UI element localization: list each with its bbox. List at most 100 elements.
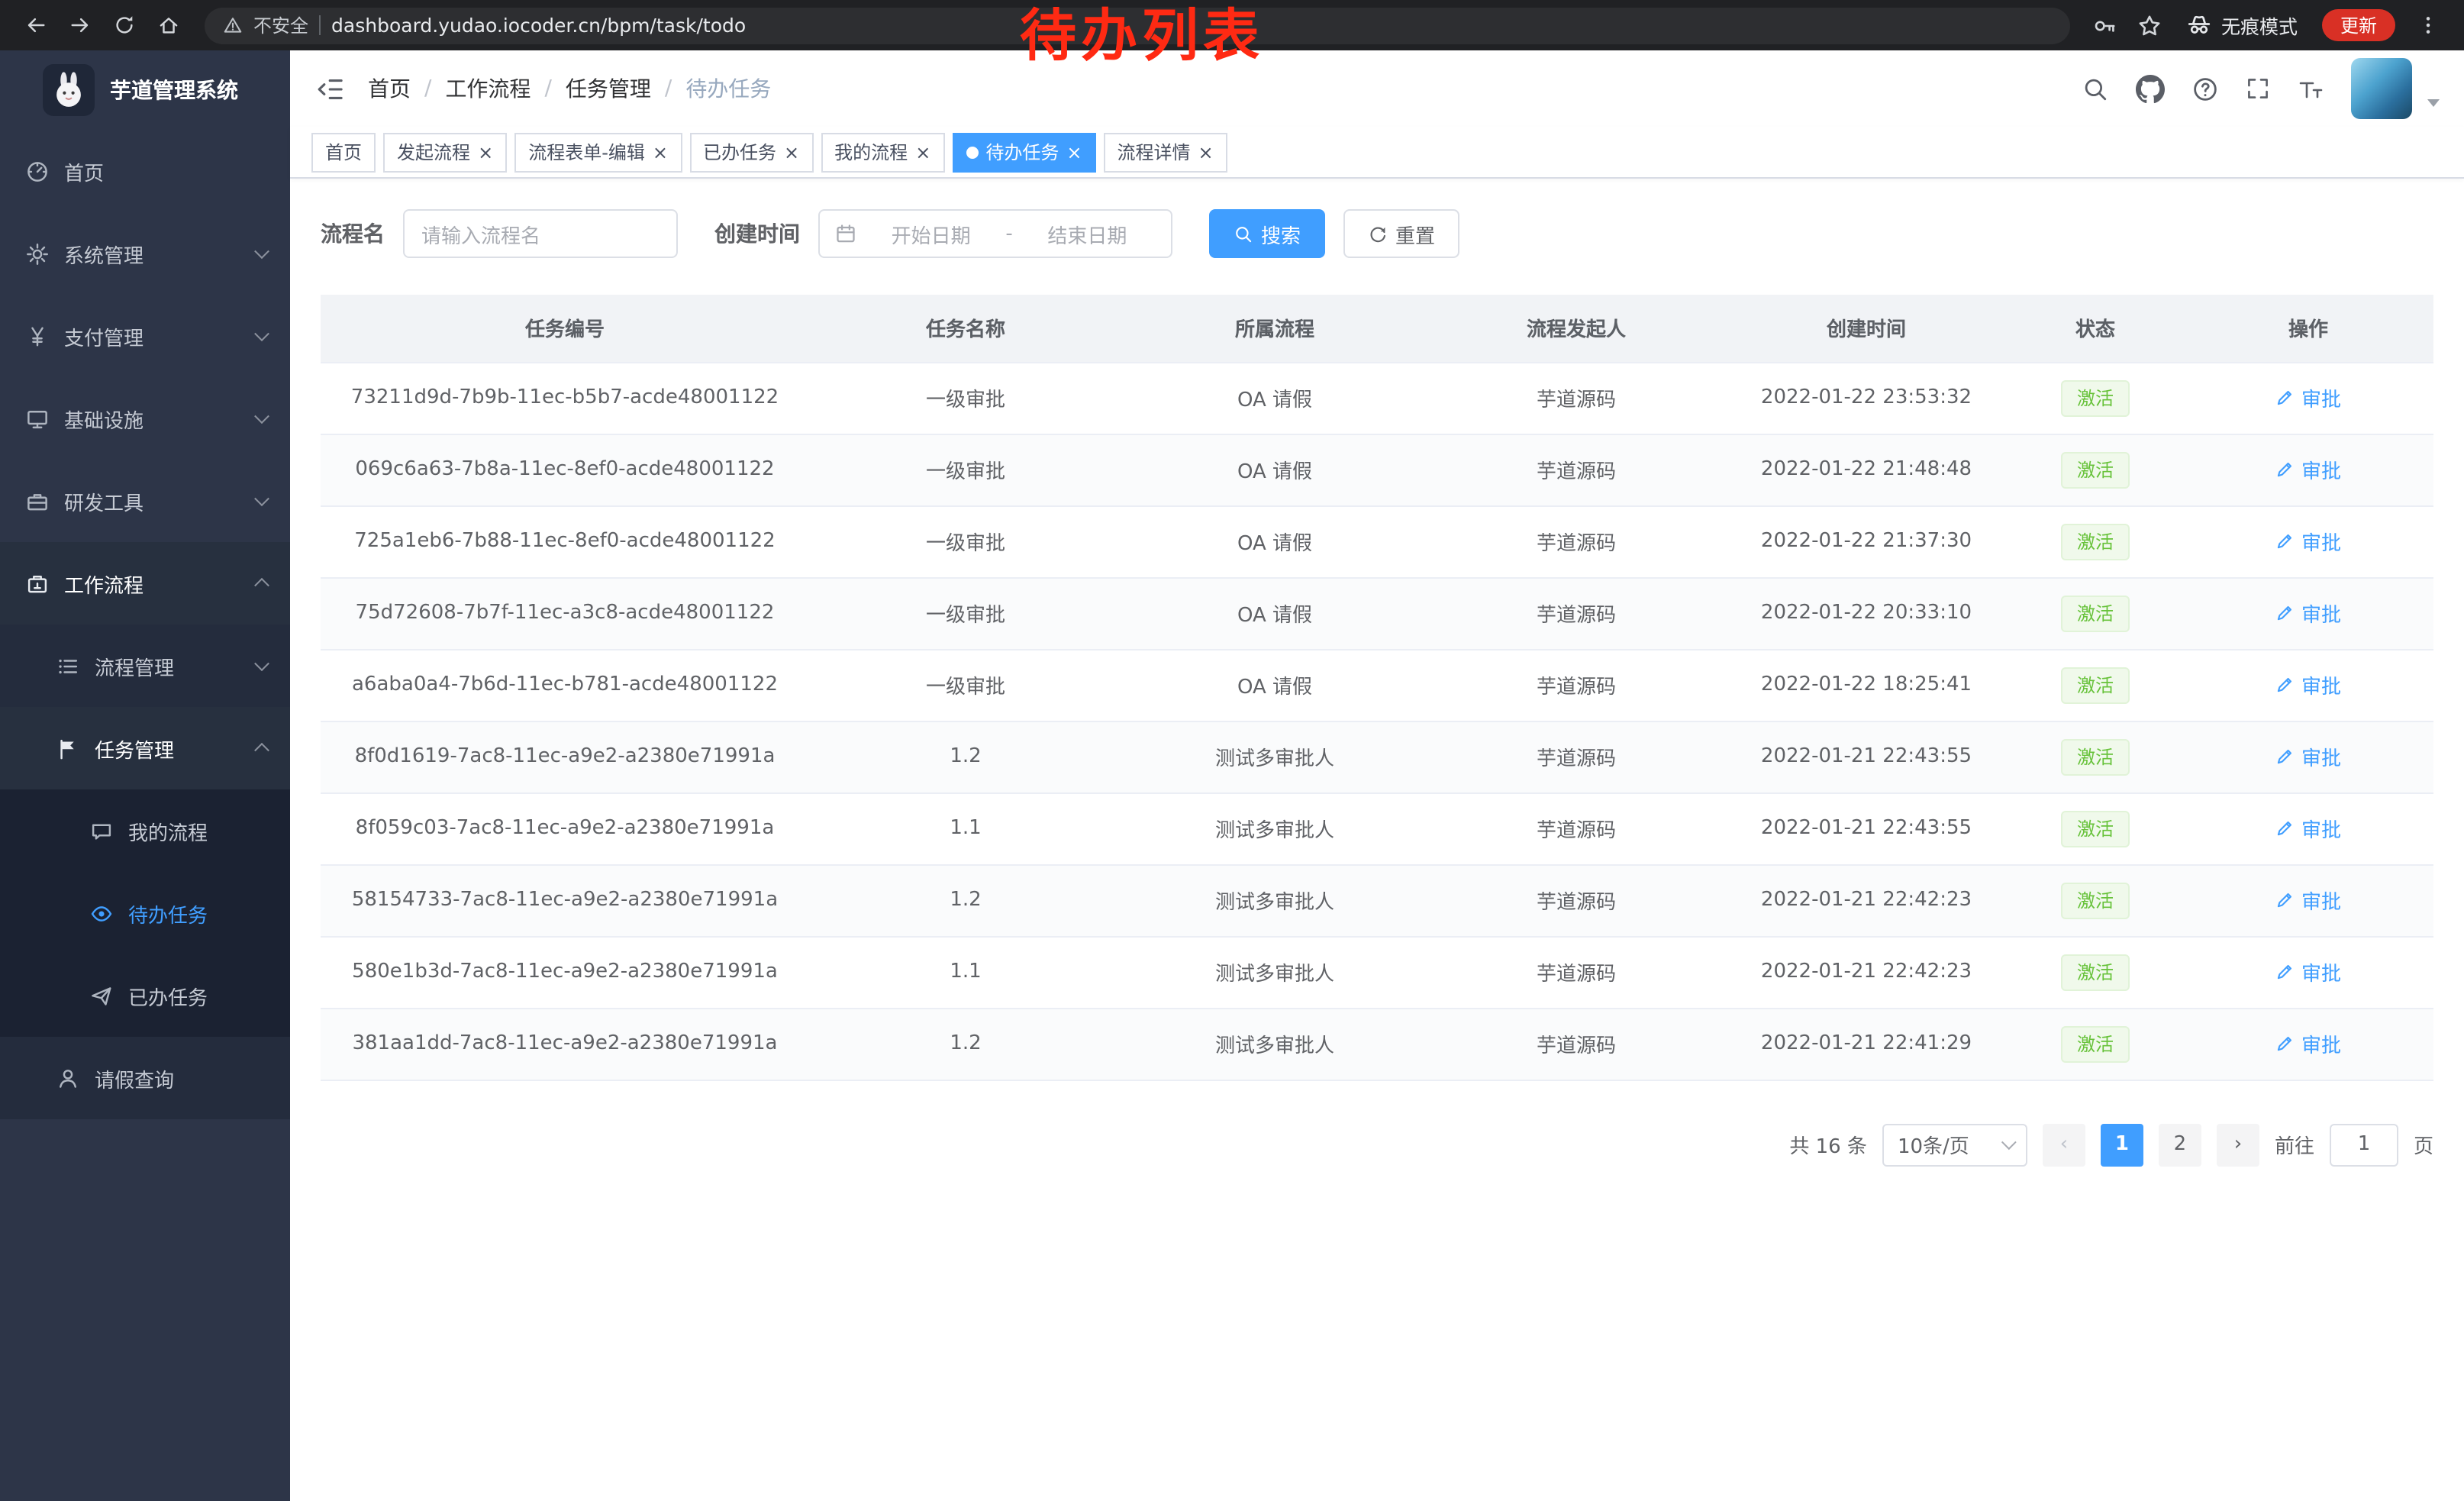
sidebar-item-payment[interactable]: 支付管理 <box>0 295 290 377</box>
approve-action-link[interactable]: 审批 <box>2275 670 2341 699</box>
close-icon[interactable]: × <box>1066 143 1082 161</box>
tab-process-detail[interactable]: 流程详情× <box>1103 132 1227 172</box>
tab-create-process[interactable]: 发起流程× <box>383 132 507 172</box>
approve-action-link[interactable]: 审批 <box>2275 813 2341 842</box>
tab-todo-task[interactable]: 待办任务× <box>952 132 1095 172</box>
sidebar-item-my-process[interactable]: 我的流程 <box>0 789 290 872</box>
page-button-1[interactable]: 1 <box>2101 1123 2143 1166</box>
close-icon[interactable]: × <box>653 143 668 161</box>
page-size-value: 10条/页 <box>1898 1130 1969 1159</box>
search-icon[interactable] <box>2082 76 2108 102</box>
approve-action-link[interactable]: 审批 <box>2275 741 2341 770</box>
prev-page-button[interactable]: ‹ <box>2043 1123 2085 1166</box>
tag-view-bar: 首页发起流程×流程表单-编辑×已办任务×我的流程×待办任务×流程详情× <box>290 127 2464 179</box>
cell-create-time: 2022-01-22 18:25:41 <box>1725 649 2008 721</box>
tab-done-task[interactable]: 已办任务× <box>689 132 813 172</box>
date-range-picker[interactable]: 开始日期 - 结束日期 <box>818 209 1172 258</box>
fullscreen-icon[interactable] <box>2246 76 2270 101</box>
sidebar-item-label: 支付管理 <box>64 321 144 350</box>
page-button-2[interactable]: 2 <box>2159 1123 2201 1166</box>
approve-action-link[interactable]: 审批 <box>2275 383 2341 412</box>
edit-icon <box>2275 1033 2295 1053</box>
process-name-input[interactable]: 请输入流程名 <box>403 209 678 258</box>
breadcrumb-item-0[interactable]: 首页 <box>368 73 411 104</box>
warning-icon <box>223 15 243 35</box>
sidebar: 芋道管理系统 首页系统管理支付管理基础设施研发工具工作流程流程管理任务管理我的流… <box>0 50 290 1501</box>
approve-action-link[interactable]: 审批 <box>2275 526 2341 555</box>
search-button[interactable]: 搜索 <box>1209 209 1325 258</box>
cell-starter: 芋道源码 <box>1427 936 1725 1008</box>
table-row: 069c6a63-7b8a-11ec-8ef0-acde48001122一级审批… <box>321 434 2433 505</box>
chevron-down-icon[interactable] <box>2427 99 2440 107</box>
approve-label: 审批 <box>2301 454 2341 483</box>
approve-action-link[interactable]: 审批 <box>2275 598 2341 627</box>
sidebar-item-task-mgmt[interactable]: 任务管理 <box>0 707 290 789</box>
url-text[interactable]: dashboard.yudao.iocoder.cn/bpm/task/todo <box>331 14 746 37</box>
sidebar-item-label: 工作流程 <box>64 569 144 598</box>
reset-button[interactable]: 重置 <box>1343 209 1459 258</box>
status-badge: 激活 <box>2062 738 2129 775</box>
tab-home[interactable]: 首页 <box>311 132 376 172</box>
breadcrumb-item-3: 待办任务 <box>685 73 771 104</box>
sidebar-item-home[interactable]: 首页 <box>0 130 290 212</box>
approve-action-link[interactable]: 审批 <box>2275 885 2341 914</box>
back-icon[interactable] <box>15 5 56 46</box>
sidebar-item-done-task[interactable]: 已办任务 <box>0 954 290 1037</box>
approve-label: 审批 <box>2301 741 2341 770</box>
security-label[interactable]: 不安全 <box>253 12 308 38</box>
fontsize-icon[interactable] <box>2298 76 2324 102</box>
sidebar-item-devtools[interactable]: 研发工具 <box>0 460 290 542</box>
update-button[interactable]: 更新 <box>2322 9 2395 41</box>
sidebar-item-workflow[interactable]: 工作流程 <box>0 542 290 625</box>
chevron-down-icon <box>254 656 269 671</box>
close-icon[interactable]: × <box>784 143 799 161</box>
table-row: 75d72608-7b7f-11ec-a3c8-acde48001122一级审批… <box>321 577 2433 649</box>
sidebar-item-process-mgmt[interactable]: 流程管理 <box>0 625 290 707</box>
approve-label: 审批 <box>2301 383 2341 412</box>
cell-task-id: 069c6a63-7b8a-11ec-8ef0-acde48001122 <box>321 434 809 505</box>
breadcrumb-item-1[interactable]: 工作流程 <box>445 73 531 104</box>
goto-page-input[interactable]: 1 <box>2330 1123 2398 1166</box>
dashboard-icon <box>24 160 49 182</box>
sidebar-item-leave-query[interactable]: 请假查询 <box>0 1037 290 1119</box>
github-icon[interactable] <box>2136 74 2165 103</box>
approve-action-link[interactable]: 审批 <box>2275 454 2341 483</box>
question-icon[interactable] <box>2192 76 2218 102</box>
chevron-down-icon <box>254 244 269 259</box>
close-icon[interactable]: × <box>478 143 493 161</box>
approve-label: 审批 <box>2301 670 2341 699</box>
kebab-menu-icon[interactable] <box>2408 5 2449 46</box>
page-size-select[interactable]: 10条/页 <box>1882 1123 2027 1166</box>
close-icon[interactable]: × <box>915 143 930 161</box>
sidebar-item-system[interactable]: 系统管理 <box>0 212 290 295</box>
home-icon[interactable] <box>148 5 189 46</box>
next-page-button[interactable]: › <box>2217 1123 2259 1166</box>
tab-form-edit[interactable]: 流程表单-编辑× <box>514 132 682 172</box>
star-icon[interactable] <box>2130 5 2171 46</box>
cell-task-name: 1.2 <box>809 864 1122 936</box>
cell-create-time: 2022-01-21 22:43:55 <box>1725 721 2008 792</box>
approve-action-link[interactable]: 审批 <box>2275 957 2341 986</box>
approve-action-link[interactable]: 审批 <box>2275 1028 2341 1057</box>
tab-my-process[interactable]: 我的流程× <box>821 132 944 172</box>
status-badge: 激活 <box>2062 523 2129 560</box>
close-icon[interactable]: × <box>1198 143 1214 161</box>
sidebar-item-todo-task[interactable]: 待办任务 <box>0 872 290 954</box>
breadcrumb-item-2[interactable]: 任务管理 <box>566 73 651 104</box>
reload-icon[interactable] <box>104 5 145 46</box>
key-icon[interactable] <box>2085 5 2127 46</box>
forward-icon[interactable] <box>60 5 101 46</box>
cell-starter: 芋道源码 <box>1427 649 1725 721</box>
column-header-0: 任务编号 <box>321 295 809 362</box>
page-unit: 页 <box>2414 1130 2433 1159</box>
cell-task-name: 1.1 <box>809 936 1122 1008</box>
user-avatar[interactable] <box>2351 58 2412 119</box>
app-logo[interactable]: 芋道管理系统 <box>0 50 290 130</box>
table-row: 580e1b3d-7ac8-11ec-a9e2-a2380e71991a1.1测… <box>321 936 2433 1008</box>
edit-icon <box>2275 674 2295 694</box>
main-area: 首页/工作流程/任务管理/待办任务 首页发起流程×流程表单-编辑×已办任务×我的… <box>290 50 2464 1501</box>
sidebar-item-label: 任务管理 <box>95 734 174 763</box>
incognito-badge: 无痕模式 <box>2186 11 2298 40</box>
sidebar-item-infra[interactable]: 基础设施 <box>0 377 290 460</box>
fold-icon[interactable] <box>314 74 343 103</box>
